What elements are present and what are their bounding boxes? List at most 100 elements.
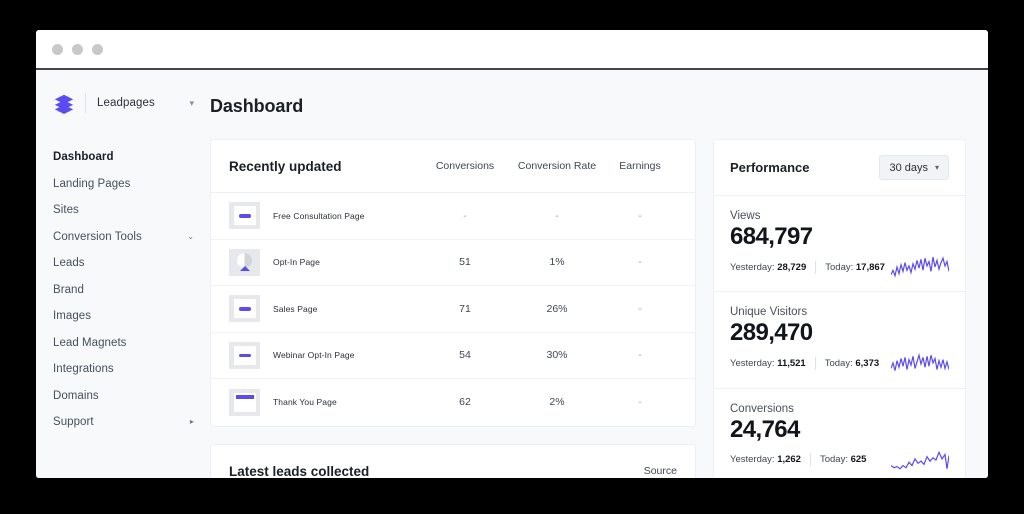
page-name: Sales Page bbox=[273, 304, 317, 314]
table-row[interactable]: Sales Page7126%- bbox=[211, 286, 695, 333]
cell-conversion-rate: 26% bbox=[511, 303, 603, 315]
yesterday-stat: Yesterday: 1,262 bbox=[730, 454, 801, 465]
right-column: Performance 30 days ▾ Views684,797Yester… bbox=[713, 139, 966, 478]
metric-unique-visitors: Unique Visitors289,470Yesterday: 11,521T… bbox=[714, 292, 965, 388]
sidebar-item-brand[interactable]: Brand bbox=[36, 277, 210, 304]
yesterday-value: 11,521 bbox=[777, 358, 806, 369]
date-range-dropdown[interactable]: 30 days ▾ bbox=[879, 155, 949, 180]
today-stat: Today: 17,867 bbox=[825, 262, 885, 273]
app-body: Leadpages ▾ Dashboard Landing Pages Sites C… bbox=[36, 70, 988, 478]
brand-switcher[interactable]: Leadpages ▾ bbox=[36, 84, 210, 122]
stat-divider bbox=[815, 261, 816, 274]
sidebar-item-label: Lead Magnets bbox=[53, 337, 127, 349]
table-header-row: Recently updated Conversions Conversion … bbox=[211, 140, 695, 193]
today-value: 6,373 bbox=[855, 358, 879, 369]
today-value: 17,867 bbox=[856, 262, 885, 273]
sidebar-item-sites[interactable]: Sites bbox=[36, 197, 210, 224]
sidebar-item-label: Brand bbox=[53, 284, 84, 296]
cell-conversions: - bbox=[419, 210, 511, 222]
table-row[interactable]: Webinar Opt-In Page5430%- bbox=[211, 333, 695, 380]
performance-card: Performance 30 days ▾ Views684,797Yester… bbox=[713, 139, 966, 478]
column-header-conversions: Conversions bbox=[419, 160, 511, 172]
page-name: Thank You Page bbox=[273, 397, 337, 407]
page-thumbnail-icon bbox=[229, 249, 260, 276]
sidebar-item-support[interactable]: Support▸ bbox=[36, 409, 210, 436]
window-titlebar bbox=[36, 30, 988, 70]
table-row[interactable]: Opt-In Page511%- bbox=[211, 240, 695, 287]
sidebar-item-integrations[interactable]: Integrations bbox=[36, 356, 210, 383]
stat-divider bbox=[815, 357, 816, 370]
cell-conversion-rate: 30% bbox=[511, 349, 603, 361]
today-label: Today: bbox=[820, 454, 848, 465]
page-name: Free Consultation Page bbox=[273, 211, 365, 221]
sidebar-item-dashboard[interactable]: Dashboard bbox=[36, 144, 210, 171]
chevron-right-icon: ▸ bbox=[190, 418, 194, 426]
page-thumbnail-icon bbox=[229, 389, 260, 416]
sidebar-nav: Dashboard Landing Pages Sites Conversion To… bbox=[36, 144, 210, 436]
chevron-down-icon: ▾ bbox=[935, 164, 939, 172]
minimize-dot[interactable] bbox=[72, 44, 83, 55]
main-content: Dashboard Recently updated Conversions C… bbox=[210, 70, 988, 478]
metric-footer: Yesterday: 28,729 Today: 17,867 bbox=[730, 256, 949, 278]
metric-label: Conversions bbox=[730, 403, 949, 415]
cell-conversions: 62 bbox=[419, 396, 511, 408]
sidebar-item-lead-magnets[interactable]: Lead Magnets bbox=[36, 330, 210, 357]
sidebar-item-label: Leads bbox=[53, 257, 85, 269]
left-column: Recently updated Conversions Conversion … bbox=[210, 139, 696, 478]
sidebar-item-label: Dashboard bbox=[53, 151, 114, 163]
page-thumbnail-icon bbox=[229, 342, 260, 369]
chevron-down-icon: ⌄ bbox=[187, 233, 194, 241]
cell-earnings: - bbox=[603, 256, 677, 268]
cell-earnings: - bbox=[603, 210, 677, 222]
sidebar-item-label: Integrations bbox=[53, 363, 114, 375]
page-thumbnail-icon bbox=[229, 202, 260, 229]
page-title: Dashboard bbox=[210, 70, 966, 117]
sidebar-item-images[interactable]: Images bbox=[36, 303, 210, 330]
page-thumbnail-icon bbox=[229, 295, 260, 322]
sidebar-item-landing-pages[interactable]: Landing Pages bbox=[36, 171, 210, 198]
today-stat: Today: 6,373 bbox=[825, 358, 879, 369]
metric-views: Views684,797Yesterday: 28,729Today: 17,8… bbox=[714, 196, 965, 292]
latest-leads-source-header: Source bbox=[644, 465, 677, 477]
cell-earnings: - bbox=[603, 349, 677, 361]
sparkline-chart bbox=[891, 353, 949, 375]
maximize-dot[interactable] bbox=[92, 44, 103, 55]
sidebar: Leadpages ▾ Dashboard Landing Pages Sites C… bbox=[36, 70, 210, 478]
cell-conversion-rate: 1% bbox=[511, 256, 603, 268]
sidebar-item-label: Sites bbox=[53, 204, 79, 216]
table-body: Free Consultation Page---Opt-In Page511%… bbox=[211, 193, 695, 426]
sidebar-item-conversion-tools[interactable]: Conversion Tools⌄ bbox=[36, 224, 210, 251]
cell-earnings: - bbox=[603, 396, 677, 408]
today-stat: Today: 625 bbox=[820, 454, 867, 465]
sidebar-item-domains[interactable]: Domains bbox=[36, 383, 210, 410]
metric-footer: Yesterday: 11,521 Today: 6,373 bbox=[730, 353, 949, 375]
table-row[interactable]: Free Consultation Page--- bbox=[211, 193, 695, 240]
cell-conversions: 71 bbox=[419, 303, 511, 315]
sparkline-chart bbox=[891, 449, 949, 471]
today-value: 625 bbox=[851, 454, 867, 465]
stat-divider bbox=[810, 453, 811, 466]
yesterday-label: Yesterday: bbox=[730, 358, 775, 369]
yesterday-label: Yesterday: bbox=[730, 454, 775, 465]
yesterday-stat: Yesterday: 28,729 bbox=[730, 262, 806, 273]
chevron-down-icon[interactable]: ▾ bbox=[189, 99, 194, 108]
table-row[interactable]: Thank You Page622%- bbox=[211, 379, 695, 426]
date-range-label: 30 days bbox=[889, 162, 928, 174]
performance-title: Performance bbox=[730, 160, 809, 175]
close-dot[interactable] bbox=[52, 44, 63, 55]
performance-metrics: Views684,797Yesterday: 28,729Today: 17,8… bbox=[714, 196, 965, 478]
latest-leads-title: Latest leads collected bbox=[229, 464, 369, 479]
latest-leads-card: Latest leads collected Source bbox=[210, 444, 696, 479]
yesterday-label: Yesterday: bbox=[730, 262, 775, 273]
metric-footer: Yesterday: 1,262 Today: 625 bbox=[730, 449, 949, 471]
metric-value: 289,470 bbox=[730, 319, 949, 347]
sidebar-item-leads[interactable]: Leads bbox=[36, 250, 210, 277]
cell-conversions: 54 bbox=[419, 349, 511, 361]
leadpages-logo-icon bbox=[53, 92, 75, 114]
performance-header: Performance 30 days ▾ bbox=[714, 140, 965, 196]
metric-value: 684,797 bbox=[730, 223, 949, 251]
today-label: Today: bbox=[825, 262, 853, 273]
browser-window: Leadpages ▾ Dashboard Landing Pages Sites C… bbox=[36, 30, 988, 478]
yesterday-stat: Yesterday: 11,521 bbox=[730, 358, 806, 369]
cell-conversions: 51 bbox=[419, 256, 511, 268]
